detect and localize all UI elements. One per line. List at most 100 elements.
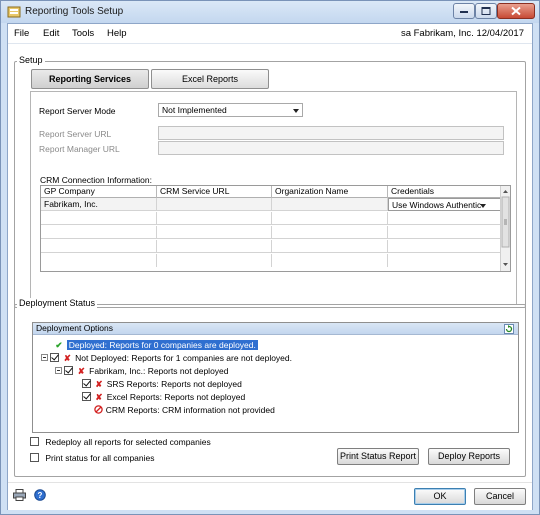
print-status-checkbox[interactable] (30, 453, 39, 462)
redeploy-checkbox[interactable] (30, 437, 39, 446)
col-credentials[interactable]: Credentials (388, 186, 501, 198)
col-organization-name[interactable]: Organization Name (272, 186, 388, 198)
srs-text: SRS Reports: Reports not deployed (106, 379, 242, 389)
company-text: Fabrikam, Inc.: Reports not deployed (89, 366, 229, 376)
company-checkbox[interactable] (64, 366, 74, 375)
deployment-options-tree: Deployment Options ✔ Deployed: Reports f… (32, 322, 519, 433)
cell-gp-company: Fabrikam, Inc. (41, 198, 157, 211)
menu-bar: File Edit Tools Help sa Fabrikam, Inc. 1… (8, 24, 532, 44)
title-bar: Reporting Tools Setup (1, 1, 539, 23)
print-status-option[interactable]: Print status for all companies (30, 453, 155, 463)
table-cell[interactable] (388, 212, 501, 225)
table-cell[interactable] (272, 254, 388, 267)
table-cell[interactable] (41, 240, 157, 253)
deployment-options-title: Deployment Options (36, 323, 114, 333)
table-row[interactable]: Fabrikam, Inc. Use Windows Authentic (41, 198, 501, 211)
minimize-icon (460, 11, 468, 13)
deploy-reports-button[interactable]: Deploy Reports (428, 448, 510, 465)
tree-node-excel[interactable]: ✘ Excel Reports: Reports not deployed (82, 391, 245, 403)
reporting-services-panel: Report Server Mode Not Implemented Repor… (30, 91, 517, 305)
red-x-icon: ✘ (95, 392, 103, 402)
table-cell[interactable] (41, 212, 157, 225)
table-cell[interactable] (41, 254, 157, 267)
collapse-icon[interactable] (41, 354, 48, 361)
refresh-icon[interactable] (504, 324, 514, 334)
crm-connection-label: CRM Connection Information: (40, 175, 152, 185)
report-server-url-field[interactable] (158, 126, 504, 140)
table-cell[interactable] (41, 226, 157, 239)
report-manager-url-label: Report Manager URL (39, 144, 120, 154)
print-status-report-button[interactable]: Print Status Report (337, 448, 419, 465)
table-cell[interactable] (157, 226, 272, 239)
table-row[interactable] (41, 212, 501, 225)
excel-checkbox[interactable] (82, 392, 91, 401)
report-server-mode-dropdown[interactable]: Not Implemented (158, 103, 303, 117)
cell-organization-name[interactable] (272, 198, 388, 211)
window-client-area: File Edit Tools Help sa Fabrikam, Inc. 1… (7, 23, 533, 510)
grid-scrollbar[interactable] (500, 186, 510, 271)
tab-reporting-services[interactable]: Reporting Services (31, 69, 149, 89)
report-server-url-label: Report Server URL (39, 129, 112, 139)
table-cell[interactable] (272, 212, 388, 225)
grid-header: GP Company CRM Service URL Organization … (41, 186, 501, 198)
credentials-dropdown[interactable]: Use Windows Authentic (388, 198, 501, 211)
not-deployed-checkbox[interactable] (50, 353, 60, 362)
chevron-down-icon (293, 109, 299, 113)
table-cell[interactable] (272, 226, 388, 239)
tree-node-srs[interactable]: ✘ SRS Reports: Reports not deployed (82, 378, 242, 390)
deployment-options-header: Deployment Options (33, 323, 518, 335)
table-cell[interactable] (157, 240, 272, 253)
tree-node-company[interactable]: ✘ Fabrikam, Inc.: Reports not deployed (55, 365, 229, 377)
tab-excel-reports[interactable]: Excel Reports (151, 69, 269, 89)
menu-help[interactable]: Help (107, 28, 127, 39)
close-icon (511, 6, 521, 16)
user-company-date: sa Fabrikam, Inc. 12/04/2017 (400, 28, 524, 39)
menu-edit[interactable]: Edit (43, 28, 59, 39)
app-icon (7, 6, 21, 18)
bottom-bar: ? OK Cancel (8, 482, 532, 510)
cell-crm-service-url[interactable] (157, 198, 272, 211)
table-cell[interactable] (157, 254, 272, 267)
deployed-text: Deployed: Reports for 0 companies are de… (66, 340, 258, 350)
scrollbar-arrows-icon (501, 190, 510, 266)
tree-node-crm[interactable]: CRM Reports: CRM information not provide… (82, 404, 275, 416)
table-cell[interactable] (388, 226, 501, 239)
table-cell[interactable] (157, 212, 272, 225)
excel-text: Excel Reports: Reports not deployed (106, 392, 246, 402)
red-x-icon: ✘ (63, 353, 71, 363)
tree-node-not-deployed[interactable]: ✘ Not Deployed: Reports for 1 companies … (41, 352, 292, 364)
red-x-icon: ✘ (95, 379, 103, 389)
crm-text: CRM Reports: CRM information not provide… (105, 405, 275, 415)
credentials-value: Use Windows Authentic (392, 200, 482, 210)
table-cell[interactable] (272, 240, 388, 253)
table-cell[interactable] (388, 240, 501, 253)
deployment-status-label: Deployment Status (17, 298, 98, 308)
minimize-button[interactable] (453, 3, 475, 19)
table-cell[interactable] (388, 254, 501, 267)
printer-icon[interactable] (13, 489, 26, 501)
not-deployed-text: Not Deployed: Reports for 1 companies ar… (75, 353, 292, 363)
table-row[interactable] (41, 226, 501, 239)
table-row[interactable] (41, 254, 501, 267)
menu-file[interactable]: File (14, 28, 29, 39)
cancel-button[interactable]: Cancel (474, 488, 526, 505)
srs-checkbox[interactable] (82, 379, 91, 388)
svg-text:?: ? (38, 491, 43, 500)
report-manager-url-field[interactable] (158, 141, 504, 155)
collapse-icon[interactable] (55, 367, 62, 374)
maximize-button[interactable] (475, 3, 497, 19)
menu-tools[interactable]: Tools (72, 28, 94, 39)
redeploy-option[interactable]: Redeploy all reports for selected compan… (30, 437, 211, 447)
col-crm-service-url[interactable]: CRM Service URL (157, 186, 272, 198)
close-button[interactable] (497, 3, 535, 19)
ok-button[interactable]: OK (414, 488, 466, 505)
chevron-down-icon (480, 204, 486, 208)
crm-connection-grid: GP Company CRM Service URL Organization … (40, 185, 511, 272)
table-row[interactable] (41, 240, 501, 253)
window-title: Reporting Tools Setup (25, 6, 124, 17)
red-x-icon: ✘ (77, 366, 85, 376)
help-icon[interactable]: ? (34, 489, 46, 501)
reporting-tools-setup-window: Reporting Tools Setup File Edit Tools He… (0, 0, 540, 515)
tree-node-deployed[interactable]: ✔ Deployed: Reports for 0 companies are … (41, 339, 258, 351)
col-gp-company[interactable]: GP Company (41, 186, 157, 198)
